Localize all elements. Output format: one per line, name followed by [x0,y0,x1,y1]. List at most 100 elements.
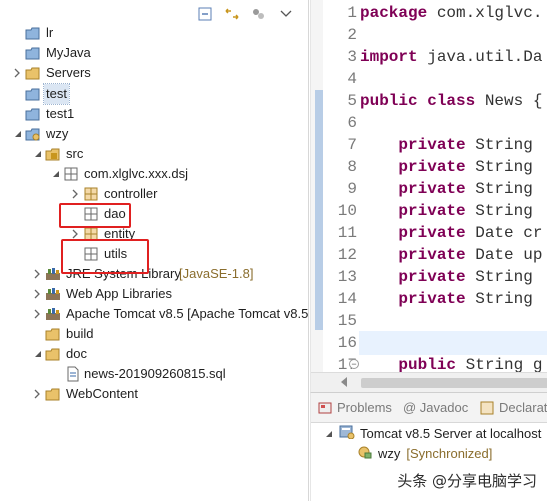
server-label: Tomcat v8.5 Server at localhost [360,426,542,441]
chevron-down-icon[interactable] [50,169,60,179]
code-line[interactable]: private String [360,158,533,176]
scrollbar-thumb[interactable] [361,378,547,388]
tree-label: src [66,146,84,161]
tree-label: com.xlglvc.xxx.dsj [84,166,189,181]
tree-item-controller[interactable]: controller [0,184,308,204]
code-line[interactable]: private String [360,136,533,154]
tree-item-lr[interactable]: lr [0,23,308,43]
view-tab-bar: Problems @ Javadoc Declarati [311,393,547,423]
code-text: com.xlglvc. [427,4,543,22]
line-number: 11 [337,224,357,242]
line-number: 14 [337,290,357,308]
chevron-down-icon[interactable] [12,129,22,139]
web-project-icon [24,126,41,142]
scroll-left-icon[interactable] [341,377,347,387]
code-line[interactable]: private String [360,202,532,220]
code-keyword: private [360,246,466,264]
tree-label: build [66,326,94,341]
link-with-editor-icon[interactable] [223,5,241,23]
explorer-toolbar [196,4,295,24]
code-line[interactable]: package com.xlglvc. [360,4,542,22]
tree-label: JRE System Library [66,266,181,281]
line-number: 9 [347,180,357,198]
collapse-all-icon[interactable] [196,5,214,23]
tree-label: WebContent [66,386,139,401]
package-icon [82,206,99,222]
package-icon [62,166,79,182]
code-line[interactable]: import java.util.Da [360,48,542,66]
chevron-right-icon[interactable] [70,229,80,239]
server-row[interactable]: Tomcat v8.5 Server at localhost [323,425,541,442]
code-line[interactable]: private Date up [360,246,542,264]
tree-item-entity[interactable]: entity [0,224,308,244]
tree-item-myjava[interactable]: MyJava [0,43,308,63]
package-icon [82,226,99,242]
chevron-right-icon[interactable] [32,309,42,319]
code-text: String [465,136,533,154]
tree-item-webcontent[interactable]: WebContent [0,384,308,404]
module-row[interactable]: wzy [Synchronized] [357,445,492,462]
code-keyword: import [360,48,418,66]
project-folder-icon [24,86,41,102]
tree-item-test1[interactable]: test1 [0,104,308,124]
code-text: String [465,158,533,176]
tab-label: Problems [337,400,392,415]
tree-item-doc[interactable]: doc [0,344,308,364]
tree-item-wzy[interactable]: wzy [0,124,308,144]
horizontal-scrollbar[interactable] [311,372,547,392]
tree-label: test1 [46,106,75,121]
chevron-right-icon[interactable] [70,189,80,199]
chevron-right-icon[interactable] [12,68,22,78]
tree-label: doc [66,346,87,361]
tree-label: Apache Tomcat v8.5 [Apache Tomcat v8.5] [66,306,309,321]
code-line[interactable]: private String [360,268,533,286]
tree-item-jre-library[interactable]: JRE System Library [JavaSE-1.8] [0,264,308,284]
tree-item-src[interactable]: src [0,144,308,164]
tab-problems[interactable]: Problems [317,400,392,415]
tree-item-servers[interactable]: Servers [0,63,308,83]
tree-item-dao[interactable]: dao [0,204,308,224]
line-number: 10 [337,202,357,220]
folder-icon [44,326,61,342]
tree-label: Web App Libraries [66,286,172,301]
line-number: 16 [337,334,357,352]
code-line[interactable]: private String [360,290,532,308]
chevron-down-icon[interactable] [32,349,42,359]
code-keyword: private [360,202,466,220]
tree-item-test[interactable]: test [0,83,308,105]
code-keyword: private [360,224,466,242]
view-menu-icon[interactable] [250,5,268,23]
code-line[interactable]: private String [360,180,532,198]
chevron-down-icon[interactable] [32,149,42,159]
tree-label: Servers [46,65,91,80]
fold-icon[interactable]: − [349,359,359,369]
project-explorer: lr MyJava Servers test test1 wzy src com… [0,0,309,501]
line-number: 7 [347,136,357,154]
code-text: String [465,268,533,286]
tab-javadoc[interactable]: @ Javadoc [403,400,468,415]
tree-item-web-app-libraries[interactable]: Web App Libraries [0,284,308,304]
code-editor[interactable]: 1 2 3 4 5 6 7 8 9 10 11 12 13 14 15 16 17 package com.xl… [310,0,547,392]
tree-item-package[interactable]: com.xlglvc.xxx.dsj [0,164,308,184]
code-text: Date cr [465,224,543,242]
folder-icon [44,386,61,402]
code-keyword: public class [360,92,476,110]
tree-item-utils[interactable]: utils [0,244,308,264]
chevron-right-icon[interactable] [32,289,42,299]
tab-label: Declarati [499,400,547,415]
module-icon [357,445,373,462]
code-line[interactable]: private Date cr [360,224,542,242]
code-line[interactable]: public class News { [360,92,542,110]
chevron-right-icon[interactable] [32,269,42,279]
project-folder-icon [24,45,41,61]
chevron-down-icon[interactable] [323,426,333,441]
tree-item-sql-file[interactable]: news-201909260815.sql [0,364,308,384]
tree-label: news-201909260815.sql [84,366,226,381]
watermark-text: 头条 @分享电脑学习 [397,472,537,490]
tree-item-build[interactable]: build [0,324,308,344]
chevron-down-icon[interactable] [277,5,295,23]
chevron-right-icon[interactable] [32,389,42,399]
tree-item-apache-tomcat[interactable]: Apache Tomcat v8.5 [Apache Tomcat v8.5] [0,304,308,324]
tab-declaration[interactable]: Declarati [479,400,547,415]
line-number: 5 [347,92,357,110]
